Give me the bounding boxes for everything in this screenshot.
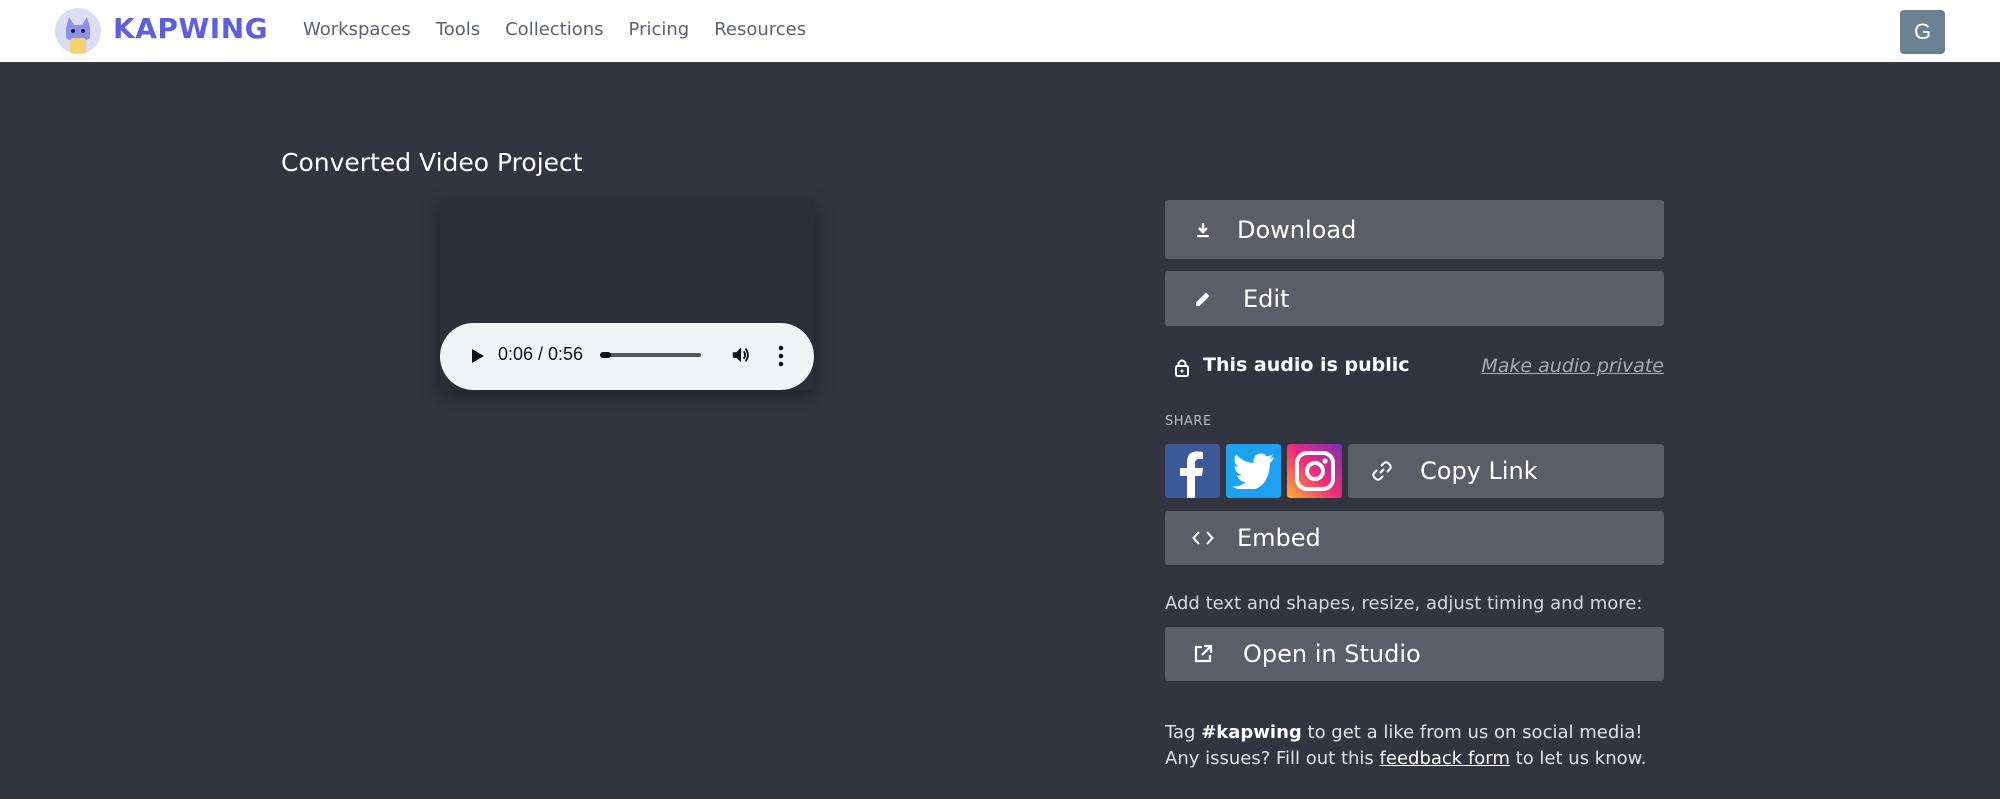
hashtag: #kapwing (1201, 722, 1302, 743)
copy-link-button[interactable]: Copy Link (1348, 444, 1664, 498)
copy-link-label: Copy Link (1420, 457, 1538, 485)
download-button[interactable]: Download (1165, 200, 1664, 259)
nav-item-workspaces[interactable]: Workspaces (303, 19, 411, 40)
user-avatar[interactable]: G (1900, 10, 1945, 54)
nav-item-tools[interactable]: Tools (436, 19, 480, 40)
nav-item-collections[interactable]: Collections (505, 19, 603, 40)
tag-note-prefix: Tag (1165, 722, 1202, 743)
time-readout: 0:06 / 0:56 (498, 344, 584, 364)
studio-description: Add text and shapes, resize, adjust timi… (1165, 593, 1643, 614)
pencil-icon (1191, 287, 1215, 311)
volume-icon[interactable] (730, 344, 752, 366)
external-link-icon (1191, 642, 1215, 666)
instagram-icon (1294, 451, 1335, 491)
facebook-share-button[interactable] (1165, 444, 1220, 498)
twitter-icon (1231, 453, 1274, 489)
link-icon (1370, 459, 1394, 483)
feedback-form-link[interactable]: feedback form (1380, 748, 1510, 769)
page-title: Converted Video Project (281, 148, 583, 177)
facebook-icon (1179, 451, 1203, 498)
code-icon (1191, 526, 1215, 550)
download-icon (1191, 218, 1215, 242)
brand-name[interactable]: KAPWING (113, 12, 268, 45)
open-in-studio-button[interactable]: Open in Studio (1165, 627, 1664, 681)
seek-progress (600, 352, 611, 358)
tag-note-suffix: to let us know. (1509, 748, 1647, 769)
download-label: Download (1237, 215, 1357, 244)
seek-bar[interactable] (600, 353, 701, 357)
edit-label: Edit (1243, 284, 1290, 313)
privacy-row: This audio is public Make audio private (1165, 353, 1664, 383)
top-navbar: KAPWING Workspaces Tools Collections Pri… (0, 0, 2000, 62)
make-private-link[interactable]: Make audio private (1481, 355, 1664, 377)
nav-item-resources[interactable]: Resources (714, 19, 806, 40)
social-tag-note: Tag #kapwing to get a like from us on so… (1165, 720, 1665, 772)
embed-button[interactable]: Embed (1165, 511, 1664, 565)
twitter-share-button[interactable] (1226, 444, 1281, 498)
instagram-share-button[interactable] (1287, 444, 1342, 498)
nav-item-pricing[interactable]: Pricing (629, 19, 690, 40)
play-icon[interactable] (466, 345, 488, 367)
kapwing-logo-icon[interactable] (55, 8, 101, 54)
embed-label: Embed (1237, 524, 1321, 552)
share-label: SHARE (1165, 414, 1212, 429)
lock-icon (1175, 359, 1189, 377)
privacy-status: This audio is public (1203, 354, 1410, 376)
main-nav: Workspaces Tools Collections Pricing Res… (303, 19, 831, 40)
open-in-studio-label: Open in Studio (1243, 640, 1421, 668)
more-options-icon[interactable] (776, 344, 786, 368)
edit-button[interactable]: Edit (1165, 271, 1664, 326)
